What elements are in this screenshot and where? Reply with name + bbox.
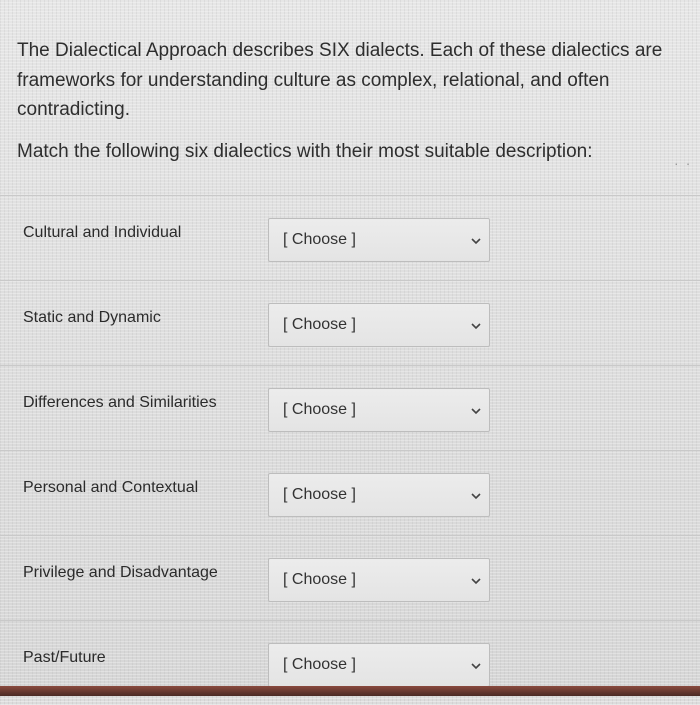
select-value: [ Choose ] — [283, 316, 356, 333]
select-value: [ Choose ] — [283, 486, 356, 503]
answer-label-privilege-disadvantage: Privilege and Disadvantage — [23, 564, 218, 581]
answer-label-differences-similarities: Differences and Similarities — [23, 394, 217, 411]
answer-select-privilege-disadvantage[interactable]: [ Choose ] — [268, 558, 490, 602]
chevron-down-icon — [471, 408, 481, 415]
chevron-down-icon — [471, 663, 481, 670]
answer-select-differences-similarities[interactable]: [ Choose ] — [268, 388, 490, 432]
select-value: [ Choose ] — [283, 401, 356, 418]
answer-row: Personal and Contextual [ Choose ] — [0, 450, 700, 535]
quiz-screen: The Dialectical Approach describes SIX d… — [0, 0, 700, 696]
answer-row: Static and Dynamic [ Choose ] — [0, 280, 700, 365]
select-value: [ Choose ] — [283, 571, 356, 588]
chevron-down-icon — [471, 493, 481, 500]
question-text: The Dialectical Approach describes SIX d… — [17, 36, 667, 178]
answer-select-past-future[interactable]: [ Choose ] — [268, 643, 490, 687]
chevron-down-icon — [471, 578, 481, 585]
select-value: [ Choose ] — [283, 656, 356, 673]
question-intro: The Dialectical Approach describes SIX d… — [17, 40, 663, 120]
answer-row: Privilege and Disadvantage [ Choose ] — [0, 535, 700, 620]
chevron-down-icon — [471, 238, 481, 245]
select-value: [ Choose ] — [283, 231, 356, 248]
matching-answers: Cultural and Individual [ Choose ] Stati… — [0, 195, 700, 705]
answer-label-cultural-individual: Cultural and Individual — [23, 224, 182, 241]
answer-label-past-future: Past/Future — [23, 649, 106, 666]
answer-select-static-dynamic[interactable]: [ Choose ] — [268, 303, 490, 347]
question-instruction: Match the following six dialectics with … — [17, 140, 593, 162]
answer-select-personal-contextual[interactable]: [ Choose ] — [268, 473, 490, 517]
answer-select-cultural-individual[interactable]: [ Choose ] — [268, 218, 490, 262]
chevron-down-icon — [471, 323, 481, 330]
answer-row: Differences and Similarities [ Choose ] — [0, 365, 700, 450]
trailing-dots: . . — [674, 152, 692, 168]
answer-row: Cultural and Individual [ Choose ] — [0, 195, 700, 280]
bottom-edge-bar — [0, 686, 700, 696]
answer-label-personal-contextual: Personal and Contextual — [23, 479, 199, 496]
answer-label-static-dynamic: Static and Dynamic — [23, 309, 161, 326]
